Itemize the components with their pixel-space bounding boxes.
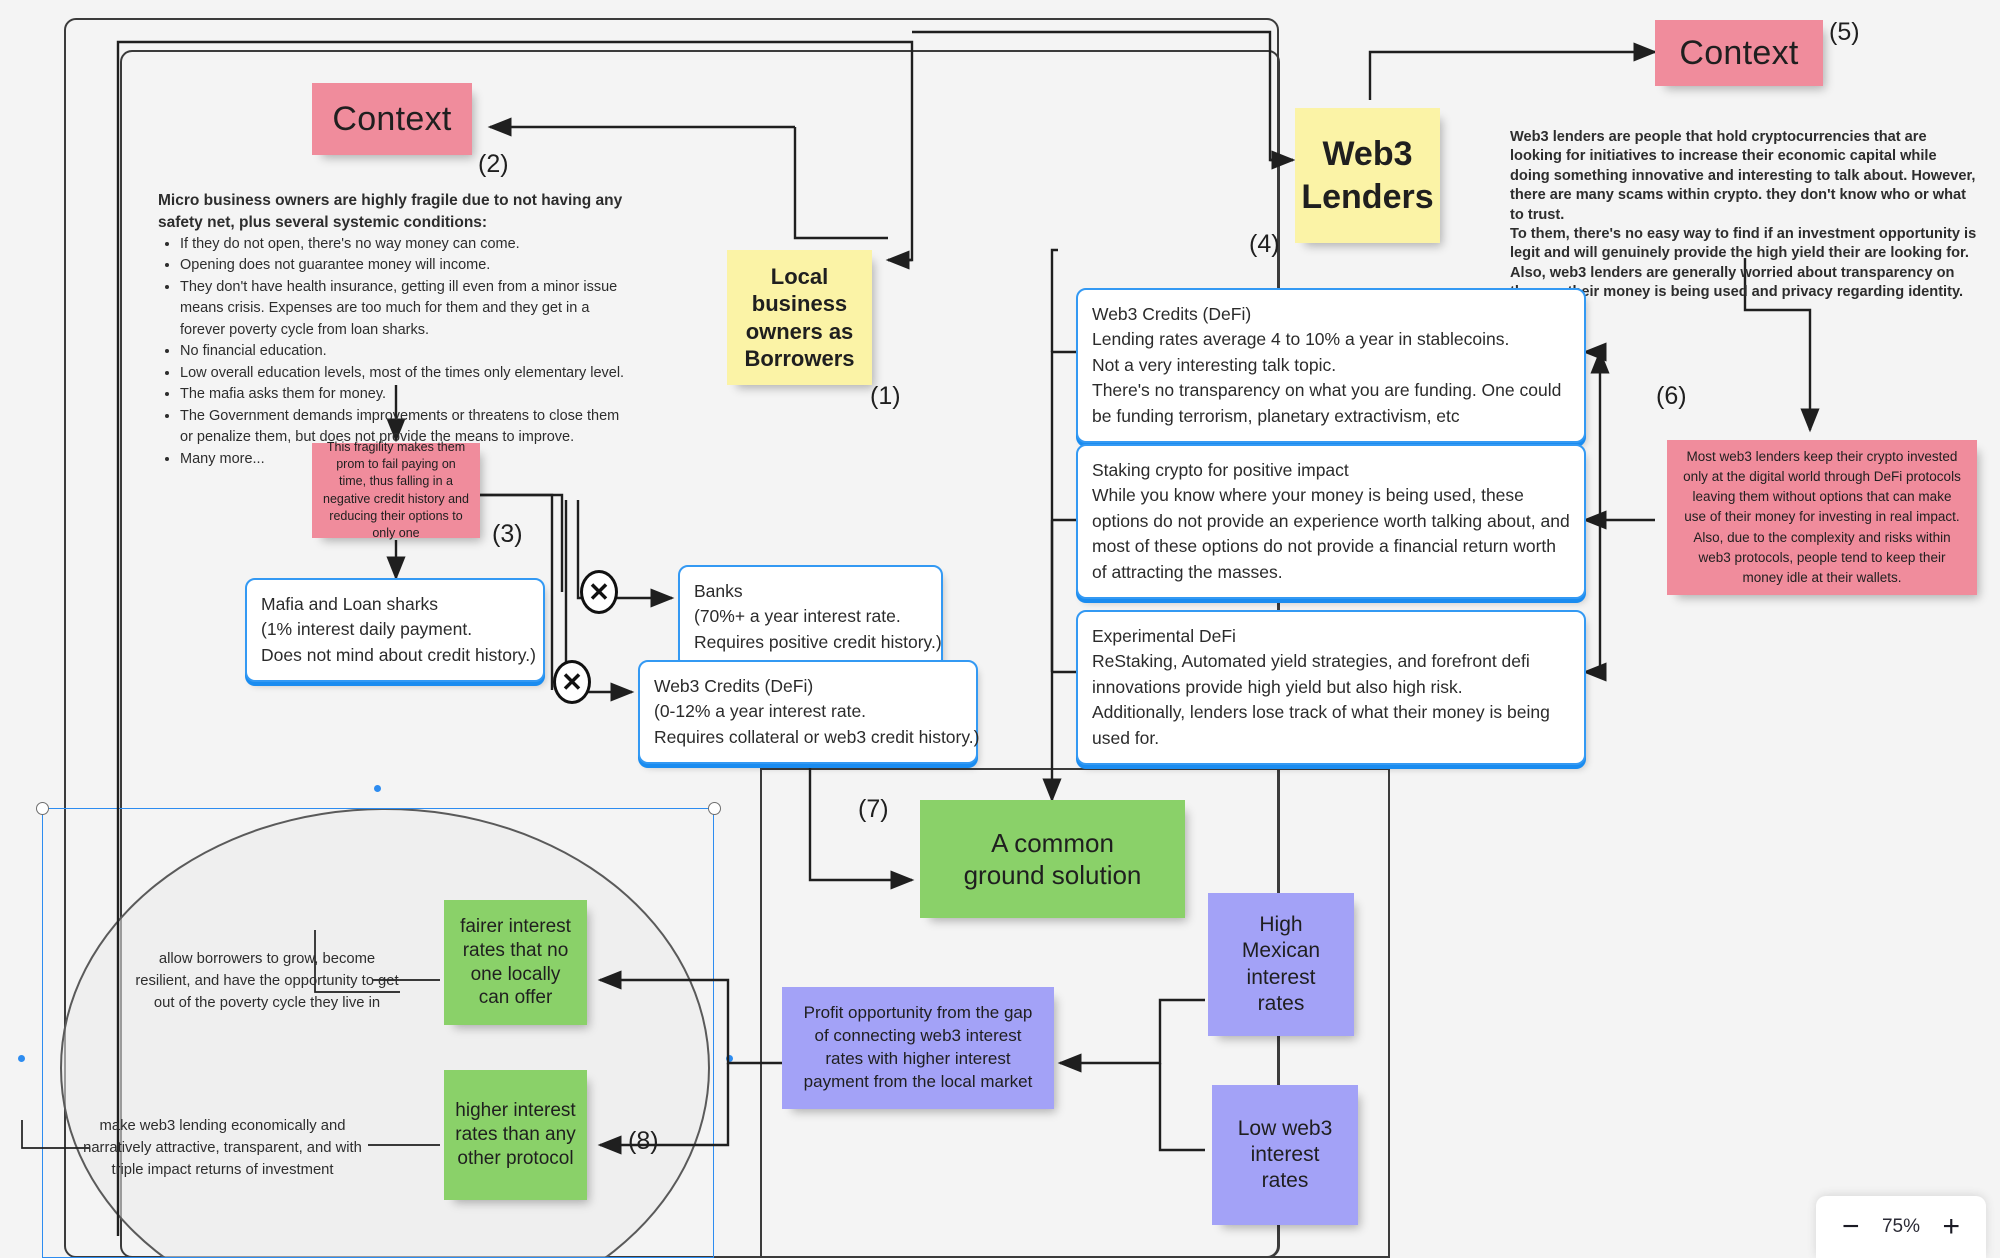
lender-idle-note-label: Most web3 lenders keep their crypto inve…	[1683, 448, 1961, 586]
card-mafia-line: (1% interest daily payment.	[261, 619, 473, 640]
card-web3-credits-left[interactable]: Web3 Credits (DeFi) (0-12% a year intere…	[638, 660, 980, 765]
bullet-item: Opening does not guarantee money will in…	[180, 255, 628, 276]
card-staking-line: Staking crypto for positive impact	[1092, 460, 1349, 480]
card-web3-left-line: Web3 Credits (DeFi)	[654, 676, 814, 696]
card-mafia-line: Mafia and Loan sharks	[261, 594, 439, 614]
card-mafia-line: Does not mind about credit history.)	[261, 644, 536, 665]
context-note-left[interactable]: Context	[312, 83, 472, 155]
card-experimental-line: Experimental DeFi	[1092, 626, 1236, 646]
index-label-2: (2)	[478, 150, 509, 178]
selection-rotate-dot[interactable]	[374, 785, 381, 792]
fragility-note-label: This fragility makes them prom to fail p…	[323, 439, 469, 540]
card-web3-right-line: There's no transparency on what you are …	[1092, 380, 1562, 426]
higher-rates-note[interactable]: higher interest rates than any other pro…	[444, 1070, 587, 1200]
lenders-note-label: Web3 Lenders	[1301, 135, 1434, 216]
index-label-5: (5)	[1829, 18, 1860, 46]
borrower-context-text: Micro business owners are highly fragile…	[158, 190, 628, 470]
lender-context-text: Web3 lenders are people that hold crypto…	[1510, 128, 1980, 303]
lender-context-paragraph: To them, there's no easy way to find if …	[1510, 226, 1977, 262]
fairer-rates-note[interactable]: fairer interest rates that no one locall…	[444, 900, 587, 1025]
zoom-out-button[interactable]: −	[1842, 1212, 1860, 1242]
low-web3-rates-note[interactable]: Low web3 interest rates	[1212, 1085, 1358, 1225]
solution-note[interactable]: A common ground solution	[920, 800, 1185, 918]
card-web3-credits-right[interactable]: Web3 Credits (DeFi) Lending rates averag…	[1076, 288, 1586, 443]
lender-goal-label: make web3 lending economically and narra…	[83, 1118, 362, 1179]
selection-mid-right-dot[interactable]	[726, 1055, 733, 1062]
fairer-rates-label: fairer interest rates that no one locall…	[460, 916, 571, 1009]
card-staking-line: While you know where your money is being…	[1092, 485, 1570, 582]
profit-opportunity-note[interactable]: Profit opportunity from the gap of conne…	[782, 987, 1054, 1109]
context-right-label: Context	[1679, 33, 1799, 72]
card-web3-left-line: Requires collateral or web3 credit histo…	[654, 726, 980, 747]
close-icon: ✕	[588, 577, 610, 607]
card-experimental-line: Additionally, lenders lose track of what…	[1092, 702, 1550, 748]
lenders-note[interactable]: Web3 Lenders	[1295, 108, 1440, 243]
card-staking[interactable]: Staking crypto for positive impact While…	[1076, 444, 1586, 599]
profit-opportunity-label: Profit opportunity from the gap of conne…	[803, 1003, 1033, 1091]
borrower-context-bullets: If they do not open, there's no way mone…	[158, 234, 628, 470]
fragility-note[interactable]: This fragility makes them prom to fail p…	[312, 440, 480, 540]
borrower-goal-label: allow borrowers to grow, become resilien…	[135, 951, 399, 1012]
index-label-3: (3)	[492, 520, 523, 548]
card-experimental-line: ReStaking, Automated yield strategies, a…	[1092, 651, 1530, 697]
card-web3-right-line: Lending rates average 4 to 10% a year in…	[1092, 329, 1510, 350]
high-mexican-rates-label: High Mexican interest rates	[1241, 913, 1321, 1015]
index-label-4: (4)	[1249, 230, 1280, 258]
card-banks[interactable]: Banks (70%+ a year interest rate. Requir…	[678, 565, 943, 670]
context-note-right[interactable]: Context	[1655, 20, 1823, 86]
card-web3-right-line: Web3 Credits (DeFi)	[1092, 304, 1252, 324]
card-banks-line: Requires positive credit history.)	[694, 631, 942, 652]
card-banks-line: (70%+ a year interest rate.	[694, 606, 901, 627]
bullet-item: If they do not open, there's no way mone…	[180, 234, 628, 255]
whiteboard-canvas[interactable]: Context (2) Micro business owners are hi…	[0, 0, 2000, 1258]
zoom-level-value: 75%	[1881, 1216, 1921, 1237]
selection-mid-left-dot[interactable]	[18, 1055, 25, 1062]
selection-box	[42, 808, 714, 1258]
selection-handle-top-right[interactable]	[708, 802, 721, 815]
close-icon: ✕	[561, 667, 583, 697]
selection-handle-top-left[interactable]	[36, 802, 49, 815]
bullet-item: They don't have health insurance, gettin…	[180, 277, 628, 341]
borrower-context-heading: Micro business owners are highly fragile…	[158, 192, 623, 231]
zoom-control[interactable]: − 75% +	[1816, 1196, 1986, 1258]
card-banks-line: Banks	[694, 581, 743, 601]
bullet-item: Low overall education levels, most of th…	[180, 363, 628, 384]
zoom-in-button[interactable]: +	[1942, 1212, 1960, 1242]
card-web3-left-line: (0-12% a year interest rate.	[654, 701, 867, 722]
card-mafia[interactable]: Mafia and Loan sharks (1% interest daily…	[245, 578, 545, 683]
higher-rates-label: higher interest rates than any other pro…	[455, 1100, 576, 1169]
lender-goal-text: make web3 lending economically and narra…	[80, 1115, 365, 1182]
index-label-1: (1)	[870, 382, 901, 410]
borrowers-note-label: Local business owners as Borrowers	[744, 263, 855, 372]
card-experimental-defi[interactable]: Experimental DeFi ReStaking, Automated y…	[1076, 610, 1586, 765]
index-label-8: (8)	[628, 1127, 659, 1155]
high-mexican-rates-note[interactable]: High Mexican interest rates	[1208, 893, 1354, 1036]
x-marker-banks: ✕	[580, 570, 618, 614]
borrower-goal-text: allow borrowers to grow, become resilien…	[132, 948, 402, 1015]
lender-idle-note[interactable]: Most web3 lenders keep their crypto inve…	[1667, 440, 1977, 595]
index-label-7: (7)	[858, 795, 889, 823]
context-left-label: Context	[332, 99, 452, 138]
borrowers-note[interactable]: Local business owners as Borrowers	[727, 250, 872, 385]
index-label-6: (6)	[1656, 382, 1687, 410]
bullet-item: No financial education.	[180, 341, 628, 362]
x-marker-web3credits: ✕	[553, 660, 591, 704]
low-web3-rates-label: Low web3 interest rates	[1237, 1116, 1333, 1193]
card-web3-right-line: Not a very interesting talk topic.	[1092, 354, 1337, 375]
lender-context-paragraph: Web3 lenders are people that hold crypto…	[1510, 129, 1976, 223]
solution-note-label: A common ground solution	[963, 827, 1142, 891]
bullet-item: The mafia asks them for money.	[180, 384, 628, 405]
